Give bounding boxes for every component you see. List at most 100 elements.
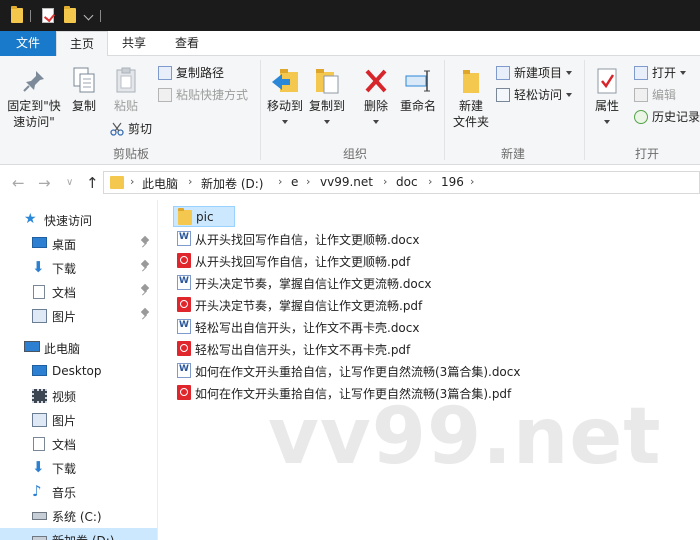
history-label: 历史记录	[652, 110, 700, 124]
address-bar[interactable]: › 此电脑 › 新加卷 (D:) › e › vv99.net › doc › …	[103, 171, 700, 194]
copy-path-label: 复制路径	[176, 66, 225, 80]
up-arrow-icon[interactable]: ↑	[86, 174, 99, 192]
nav-item-drive-c[interactable]: 系统 (C:)	[0, 504, 157, 528]
ribbon: 固定到"快 速访问" 复制 粘贴 复制路径 粘贴快捷方式 剪切 剪贴板 移动到 …	[0, 56, 700, 165]
nav-this-pc[interactable]: 此电脑	[0, 336, 157, 360]
customize-toolbar-chevron-icon[interactable]	[83, 10, 94, 21]
new-item-button[interactable]: 新建项目	[496, 64, 573, 82]
nav-quick-access[interactable]: ★ 快速访问	[0, 208, 157, 232]
list-item[interactable]: 从开头找回写作自信，让作文更顺畅.pdf	[173, 250, 473, 271]
breadcrumb-drive-d[interactable]: 新加卷 (D:)	[201, 175, 263, 192]
music-icon: ♪	[32, 482, 42, 500]
tab-share[interactable]: 共享	[110, 31, 158, 56]
easy-access-button[interactable]: 轻松访问	[496, 86, 573, 104]
nav-item-desktop-pc[interactable]: Desktop	[0, 360, 157, 384]
forward-arrow-icon[interactable]: →	[38, 174, 51, 192]
copy-button[interactable]: 复制	[66, 66, 102, 114]
pin-icon[interactable]	[141, 237, 149, 249]
nav-item-downloads-pc[interactable]: ⬇ 下载	[0, 456, 157, 480]
nav-item-videos[interactable]: 视频	[0, 384, 157, 408]
nav-item-music[interactable]: ♪ 音乐	[0, 480, 157, 504]
pin-icon[interactable]	[141, 285, 149, 297]
nav-quick-access-label: 快速访问	[44, 214, 93, 228]
pdf-icon	[177, 385, 191, 400]
paste-shortcut-icon	[158, 88, 172, 102]
pictures-icon	[32, 413, 47, 427]
list-item[interactable]: 如何在作文开头重拾自信，让写作更自然流畅(3篇合集).docx	[173, 360, 533, 381]
breadcrumb-196[interactable]: 196	[441, 175, 464, 189]
word-document-icon	[177, 363, 191, 378]
star-icon: ★	[24, 211, 37, 227]
nav-item-drive-d[interactable]: 新加卷 (D:)	[0, 528, 157, 540]
history-button[interactable]: 历史记录	[634, 108, 700, 126]
group-label-organize: 组织	[342, 147, 367, 161]
title-bar	[0, 0, 700, 31]
breadcrumb-chevron-icon[interactable]: ›	[470, 175, 474, 188]
nav-item-downloads[interactable]: ⬇ 下载	[0, 256, 157, 280]
nav-item-label: 音乐	[52, 486, 77, 500]
open-button[interactable]: 打开	[634, 64, 687, 82]
breadcrumb-chevron-icon[interactable]: ›	[428, 175, 432, 188]
nav-item-documents[interactable]: 文档	[0, 280, 157, 304]
tab-file[interactable]: 文件	[0, 31, 56, 56]
copy-path-button[interactable]: 复制路径	[158, 64, 224, 82]
paste-button[interactable]: 粘贴	[106, 66, 146, 114]
nav-item-desktop[interactable]: 桌面	[0, 232, 157, 256]
file-name: 从开头找回写作自信，让作文更顺畅.docx	[195, 233, 420, 247]
copy-to-button[interactable]: 复制到	[306, 66, 348, 130]
list-item[interactable]: 轻松写出自信开头，让作文不再卡壳.docx	[173, 316, 473, 337]
properties-label: 属性	[594, 99, 619, 113]
group-divider	[584, 60, 585, 160]
nav-item-pictures[interactable]: 图片	[0, 304, 157, 328]
breadcrumb-chevron-icon[interactable]: ›	[383, 175, 387, 188]
breadcrumb-chevron-icon[interactable]: ›	[306, 175, 310, 188]
list-item[interactable]: 轻松写出自信开头，让作文不再卡壳.pdf	[173, 338, 473, 359]
nav-this-pc-label: 此电脑	[44, 342, 81, 356]
pin-icon[interactable]	[141, 261, 149, 273]
nav-item-label: 图片	[52, 414, 77, 428]
move-to-icon	[272, 69, 298, 92]
paste-shortcut-button[interactable]: 粘贴快捷方式	[158, 86, 248, 104]
folder-icon	[178, 208, 192, 225]
new-folder-button[interactable]: 新建 文件夹	[450, 66, 492, 130]
pin-to-quick-access-button[interactable]: 固定到"快 速访问"	[4, 68, 64, 130]
breadcrumb-chevron-icon[interactable]: ›	[278, 175, 282, 188]
easy-access-label: 轻松访问	[514, 88, 563, 102]
copy-path-icon	[158, 66, 172, 80]
properties-icon[interactable]	[42, 8, 54, 23]
back-arrow-icon[interactable]: ←	[12, 174, 25, 192]
tab-view[interactable]: 查看	[160, 31, 214, 56]
breadcrumb-e[interactable]: e	[291, 175, 298, 189]
breadcrumb-vv99[interactable]: vv99.net	[320, 175, 373, 189]
delete-button[interactable]: 删除	[358, 66, 394, 130]
group-label-open: 打开	[634, 147, 659, 161]
easy-access-icon	[496, 88, 510, 102]
move-to-button[interactable]: 移动到	[264, 66, 306, 130]
file-name: 从开头找回写作自信，让作文更顺畅.pdf	[195, 255, 411, 269]
delete-icon	[365, 69, 387, 93]
videos-icon	[32, 389, 47, 403]
list-item-folder-pic[interactable]: pic	[173, 206, 235, 227]
rename-label: 重命名	[399, 99, 436, 113]
breadcrumb-chevron-icon[interactable]: ›	[130, 175, 134, 188]
group-divider	[444, 60, 445, 160]
nav-item-documents-pc[interactable]: 文档	[0, 432, 157, 456]
breadcrumb-this-pc[interactable]: 此电脑	[142, 175, 178, 192]
edit-button[interactable]: 编辑	[634, 86, 676, 104]
breadcrumb-chevron-icon[interactable]: ›	[188, 175, 192, 188]
pin-icon[interactable]	[141, 309, 149, 321]
rename-button[interactable]: 重命名	[397, 66, 439, 114]
properties-button[interactable]: 属性	[588, 66, 626, 130]
new-folder-icon[interactable]	[64, 6, 76, 23]
folder-icon[interactable]	[11, 6, 23, 23]
recent-locations-chevron-icon[interactable]: ∨	[66, 177, 73, 188]
cut-button[interactable]: 剪切	[110, 120, 152, 138]
file-name: 如何在作文开头重拾自信，让写作更自然流畅(3篇合集).docx	[195, 365, 521, 379]
list-item[interactable]: 开头决定节奏，掌握自信让作文更流畅.pdf	[173, 294, 473, 315]
breadcrumb-doc[interactable]: doc	[396, 175, 418, 189]
history-icon	[634, 110, 648, 124]
list-item[interactable]: 开头决定节奏，掌握自信让作文更流畅.docx	[173, 272, 473, 293]
nav-item-pictures-pc[interactable]: 图片	[0, 408, 157, 432]
tab-home[interactable]: 主页	[56, 31, 108, 57]
list-item[interactable]: 从开头找回写作自信，让作文更顺畅.docx	[173, 228, 473, 249]
